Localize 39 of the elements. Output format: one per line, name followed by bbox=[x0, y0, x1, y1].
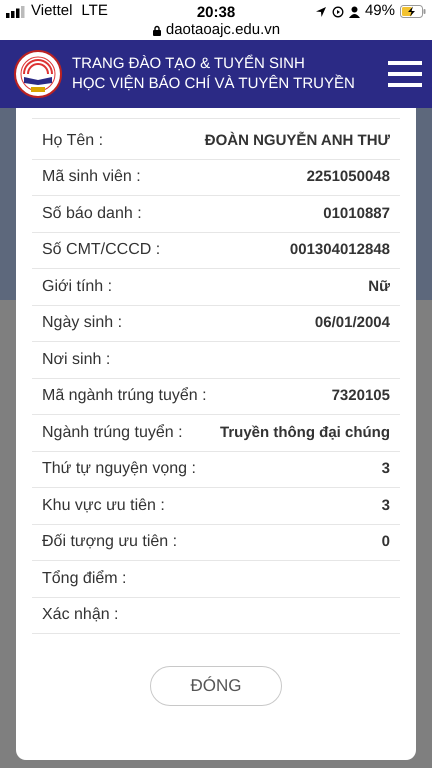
field-value: 3 bbox=[382, 459, 390, 479]
location-arrow-icon bbox=[314, 6, 327, 18]
menu-button[interactable] bbox=[388, 61, 422, 87]
field-label: Ngày sinh : bbox=[42, 313, 122, 334]
field-value: 7320105 bbox=[332, 386, 390, 406]
field-label: Xác nhận : bbox=[42, 605, 118, 626]
field-value: 2251050048 bbox=[306, 167, 390, 187]
field-label: Khu vực ưu tiên : bbox=[42, 496, 165, 516]
carrier-name: Viettel bbox=[31, 1, 72, 22]
battery-percent: 49% bbox=[364, 1, 395, 22]
field-label: Mã ngành trúng tuyển : bbox=[42, 386, 207, 406]
field-label: Tổng điểm : bbox=[42, 568, 126, 589]
field-value: 0 bbox=[382, 532, 390, 552]
rotation-lock-icon bbox=[332, 6, 344, 18]
field-value: Nữ bbox=[368, 276, 390, 296]
lock-icon bbox=[152, 24, 162, 36]
person-icon bbox=[348, 6, 360, 18]
field-value: 001304012848 bbox=[290, 240, 390, 260]
field-label: Số báo danh : bbox=[42, 204, 142, 224]
field-value: 3 bbox=[382, 496, 390, 516]
field-value: 01010887 bbox=[323, 204, 390, 224]
field-label: Ngành trúng tuyển : bbox=[42, 422, 183, 443]
field-value: Truyền thông đại chúng bbox=[220, 422, 390, 442]
field-label: Thứ tự nguyện vọng : bbox=[42, 459, 196, 480]
signal-icon bbox=[6, 6, 26, 18]
field-label: Số CMT/CCCD : bbox=[42, 240, 160, 260]
field-label: Mã sinh viên : bbox=[42, 167, 141, 188]
field-label: Họ Tên : bbox=[42, 130, 104, 151]
field-value: 06/01/2004 bbox=[314, 313, 390, 333]
logo-icon bbox=[14, 50, 62, 98]
battery-charging-icon bbox=[400, 5, 426, 18]
site-subtitle: HỌC VIỆN BÁO CHÍ VÀ TUYÊN TRUYỀN bbox=[72, 74, 356, 94]
close-button[interactable]: ĐÓNG bbox=[150, 666, 282, 706]
field-label: Nơi sinh : bbox=[42, 350, 110, 370]
field-label: Đối tượng ưu tiên : bbox=[42, 532, 178, 552]
field-value: ĐOÀN NGUYỄN ANH THƯ bbox=[204, 130, 390, 150]
field-label: Giới tính : bbox=[42, 276, 112, 297]
network-type: LTE bbox=[81, 1, 108, 22]
site-title: TRANG ĐÀO TẠO & TUYỂN SINH bbox=[72, 54, 306, 74]
